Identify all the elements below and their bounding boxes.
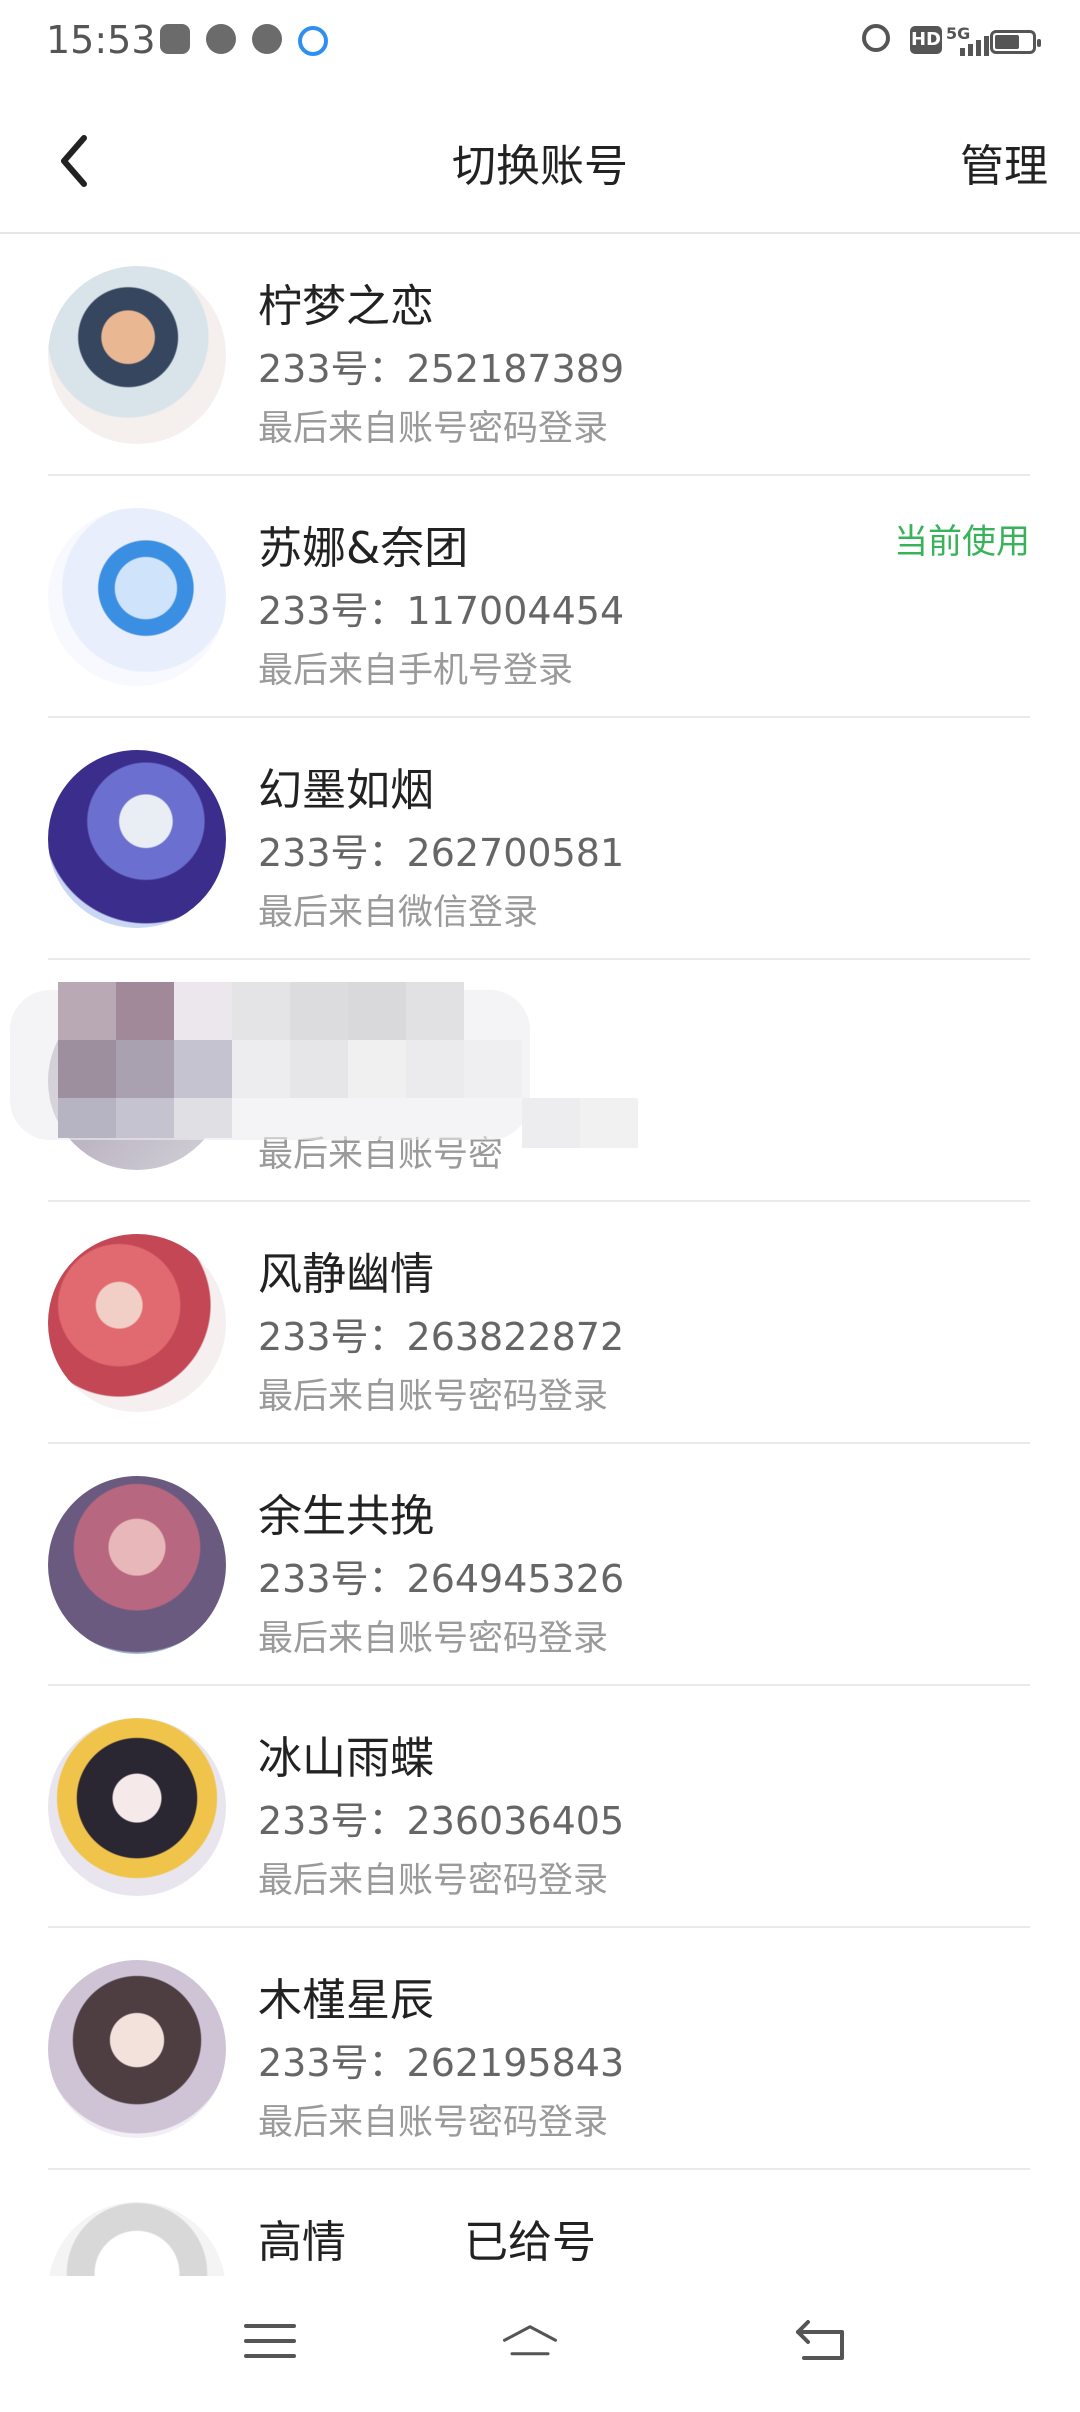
account-row[interactable]: 木槿星辰 233号：262195843 最后来自账号密码登录 (0, 1928, 1080, 2170)
avatar (48, 1718, 226, 1896)
avatar (48, 266, 226, 444)
avatar (48, 750, 226, 928)
account-id: 233号：117004454 (258, 589, 625, 633)
login-source: 最后来自微信登录 (258, 893, 539, 933)
menu-icon (244, 2324, 296, 2358)
redaction-mosaic (0, 960, 700, 1202)
account-row[interactable]: 冰山雨蝶 233号：236036405 最后来自账号密码登录 (0, 1686, 1080, 1928)
account-name: 风静幽情 (258, 1249, 434, 1300)
avatar (48, 1476, 226, 1654)
account-id: 233号：262195843 (258, 2041, 625, 2085)
account-row[interactable]: 风静幽情 233号：263822872 最后来自账号密码登录 (0, 1202, 1080, 1444)
account-name: 木槿星辰 (258, 1975, 434, 2026)
hd-icon: HD (910, 26, 942, 54)
account-row-current[interactable]: 苏娜&奈团 233号：117004454 最后来自手机号登录 当前使用 (0, 476, 1080, 718)
login-source: 最后来自账号密码登录 (258, 2103, 609, 2143)
system-nav-bar (0, 2276, 1080, 2408)
current-use-badge: 当前使用 (894, 522, 1030, 562)
menu-button[interactable] (240, 2316, 300, 2366)
account-id: 233号：252187389 (258, 347, 625, 391)
account-row[interactable]: 柠梦之恋 233号：252187389 最后来自账号密码登录 (0, 234, 1080, 476)
login-source: 最后来自手机号登录 (258, 651, 574, 691)
screenshot-icon (160, 24, 190, 54)
account-row-redacted[interactable]: 最后来自账号密 (0, 960, 1080, 1202)
account-id: 233号：264945326 (258, 1557, 625, 1601)
account-name: 苏娜&奈团 (258, 523, 469, 574)
home-button[interactable] (500, 2316, 580, 2366)
page-title: 切换账号 (452, 141, 628, 192)
account-id: 233号：236036405 (258, 1799, 625, 1843)
avatar (48, 1960, 226, 2138)
account-row[interactable]: 幻墨如烟 233号：262700581 最后来自微信登录 (0, 718, 1080, 960)
account-name: 高情 (258, 2217, 346, 2268)
video-icon (252, 24, 282, 54)
network-label: 5G (946, 24, 971, 43)
login-source: 最后来自账号密码登录 (258, 409, 609, 449)
status-bar: 15:53 HD 5G (0, 0, 1080, 84)
speed-icon (206, 24, 236, 54)
system-back-button[interactable] (792, 2316, 852, 2366)
alarm-icon (862, 24, 890, 52)
avatar (48, 508, 226, 686)
account-id: 233号：262700581 (258, 831, 625, 875)
back-icon (796, 2320, 844, 2360)
account-name: 冰山雨蝶 (258, 1733, 434, 1784)
account-name: 幻墨如烟 (258, 765, 434, 816)
header: 切换账号 管理 (0, 84, 1080, 234)
account-row[interactable]: 余生共挽 233号：264945326 最后来自账号密码登录 (0, 1444, 1080, 1686)
avatar (48, 1234, 226, 1412)
account-list: 柠梦之恋 233号：252187389 最后来自账号密码登录 苏娜&奈团 233… (0, 234, 1080, 2412)
status-time: 15:53 (46, 18, 156, 62)
login-source: 最后来自账号密码登录 (258, 1377, 609, 1417)
login-source: 最后来自账号密码登录 (258, 1861, 609, 1901)
account-id: 233号：263822872 (258, 1315, 625, 1359)
account-name-extra: 已给号 (464, 2217, 596, 2268)
home-icon (503, 2325, 557, 2356)
account-name: 柠梦之恋 (258, 281, 434, 332)
battery-icon (990, 30, 1041, 54)
5g-signal-icon: 5G (946, 24, 990, 58)
account-name: 余生共挽 (258, 1491, 434, 1542)
browser-icon (298, 26, 328, 56)
login-source: 最后来自账号密码登录 (258, 1619, 609, 1659)
manage-button[interactable]: 管理 (960, 130, 1048, 194)
